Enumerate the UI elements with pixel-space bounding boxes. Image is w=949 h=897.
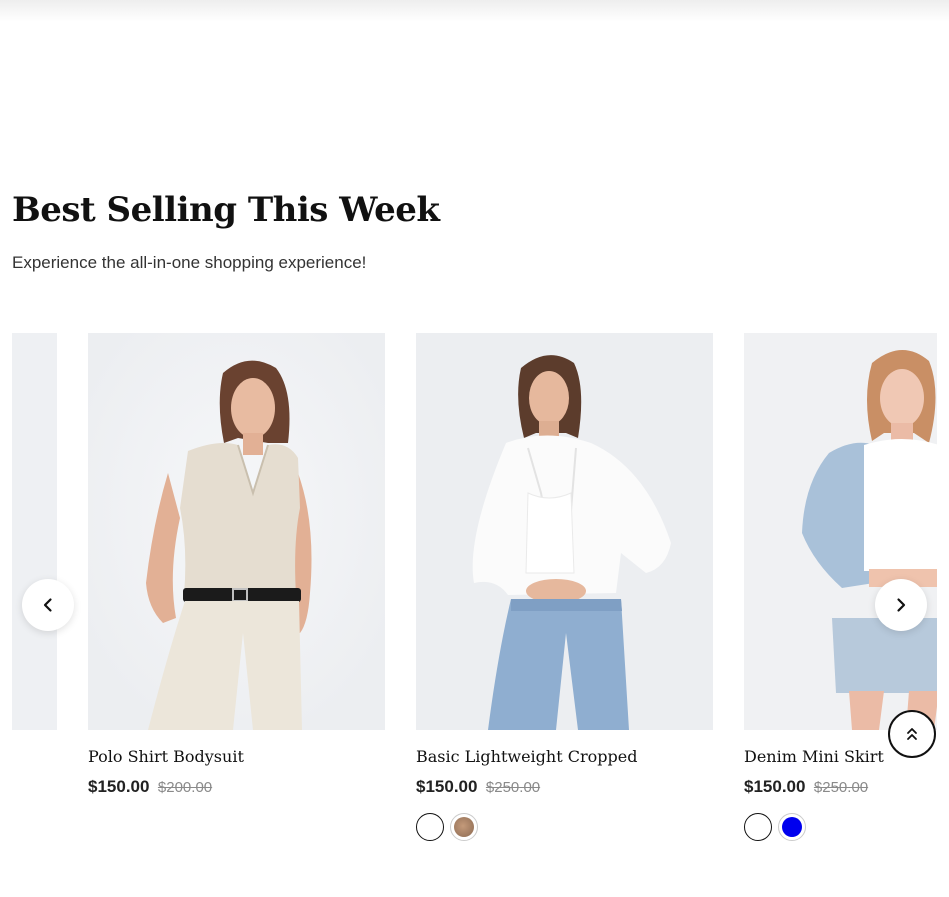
swatch-color	[454, 817, 474, 837]
color-swatch-white[interactable]	[416, 813, 444, 841]
product-old-price: $200.00	[157, 779, 213, 796]
product-card: Basic Lightweight Cropped $150.00 $250.0…	[416, 333, 713, 841]
product-card: Polo Shirt Bodysuit $150.00 $200.00	[88, 333, 385, 797]
color-swatches	[744, 813, 937, 841]
product-price: $150.00	[416, 777, 478, 796]
color-swatch-white[interactable]	[744, 813, 772, 841]
chevron-right-icon	[897, 598, 906, 612]
color-swatch-blue[interactable]	[778, 813, 806, 841]
product-name[interactable]: Basic Lightweight Cropped	[416, 747, 713, 766]
double-chevron-up-icon	[907, 728, 917, 740]
scroll-to-top-button[interactable]	[888, 710, 936, 758]
product-slider: Polo Shirt Bodysuit $150.00 $200.00 Basi…	[12, 333, 937, 873]
swatch-color	[420, 817, 440, 837]
slider-prev-button[interactable]	[22, 579, 74, 631]
slider-next-button[interactable]	[875, 579, 927, 631]
swatch-color	[782, 817, 802, 837]
product-card-partial	[12, 333, 57, 730]
price-row: $150.00 $250.00	[744, 777, 937, 797]
header-shadow	[0, 0, 949, 22]
chevron-left-icon	[43, 598, 52, 612]
product-name[interactable]: Polo Shirt Bodysuit	[88, 747, 385, 766]
product-image[interactable]	[12, 333, 57, 730]
price-row: $150.00 $200.00	[88, 777, 385, 797]
product-price: $150.00	[88, 777, 150, 796]
product-price: $150.00	[744, 777, 806, 796]
product-old-price: $250.00	[813, 779, 869, 796]
price-row: $150.00 $250.00	[416, 777, 713, 797]
product-old-price: $250.00	[485, 779, 541, 796]
swatch-color	[748, 817, 768, 837]
section-title: Best Selling This Week	[12, 190, 440, 230]
color-swatches	[416, 813, 713, 841]
section-subtitle: Experience the all-in-one shopping exper…	[12, 253, 367, 272]
color-swatch-beige[interactable]	[450, 813, 478, 841]
product-image[interactable]	[88, 333, 385, 730]
product-image[interactable]	[744, 333, 937, 730]
product-image[interactable]	[416, 333, 713, 730]
